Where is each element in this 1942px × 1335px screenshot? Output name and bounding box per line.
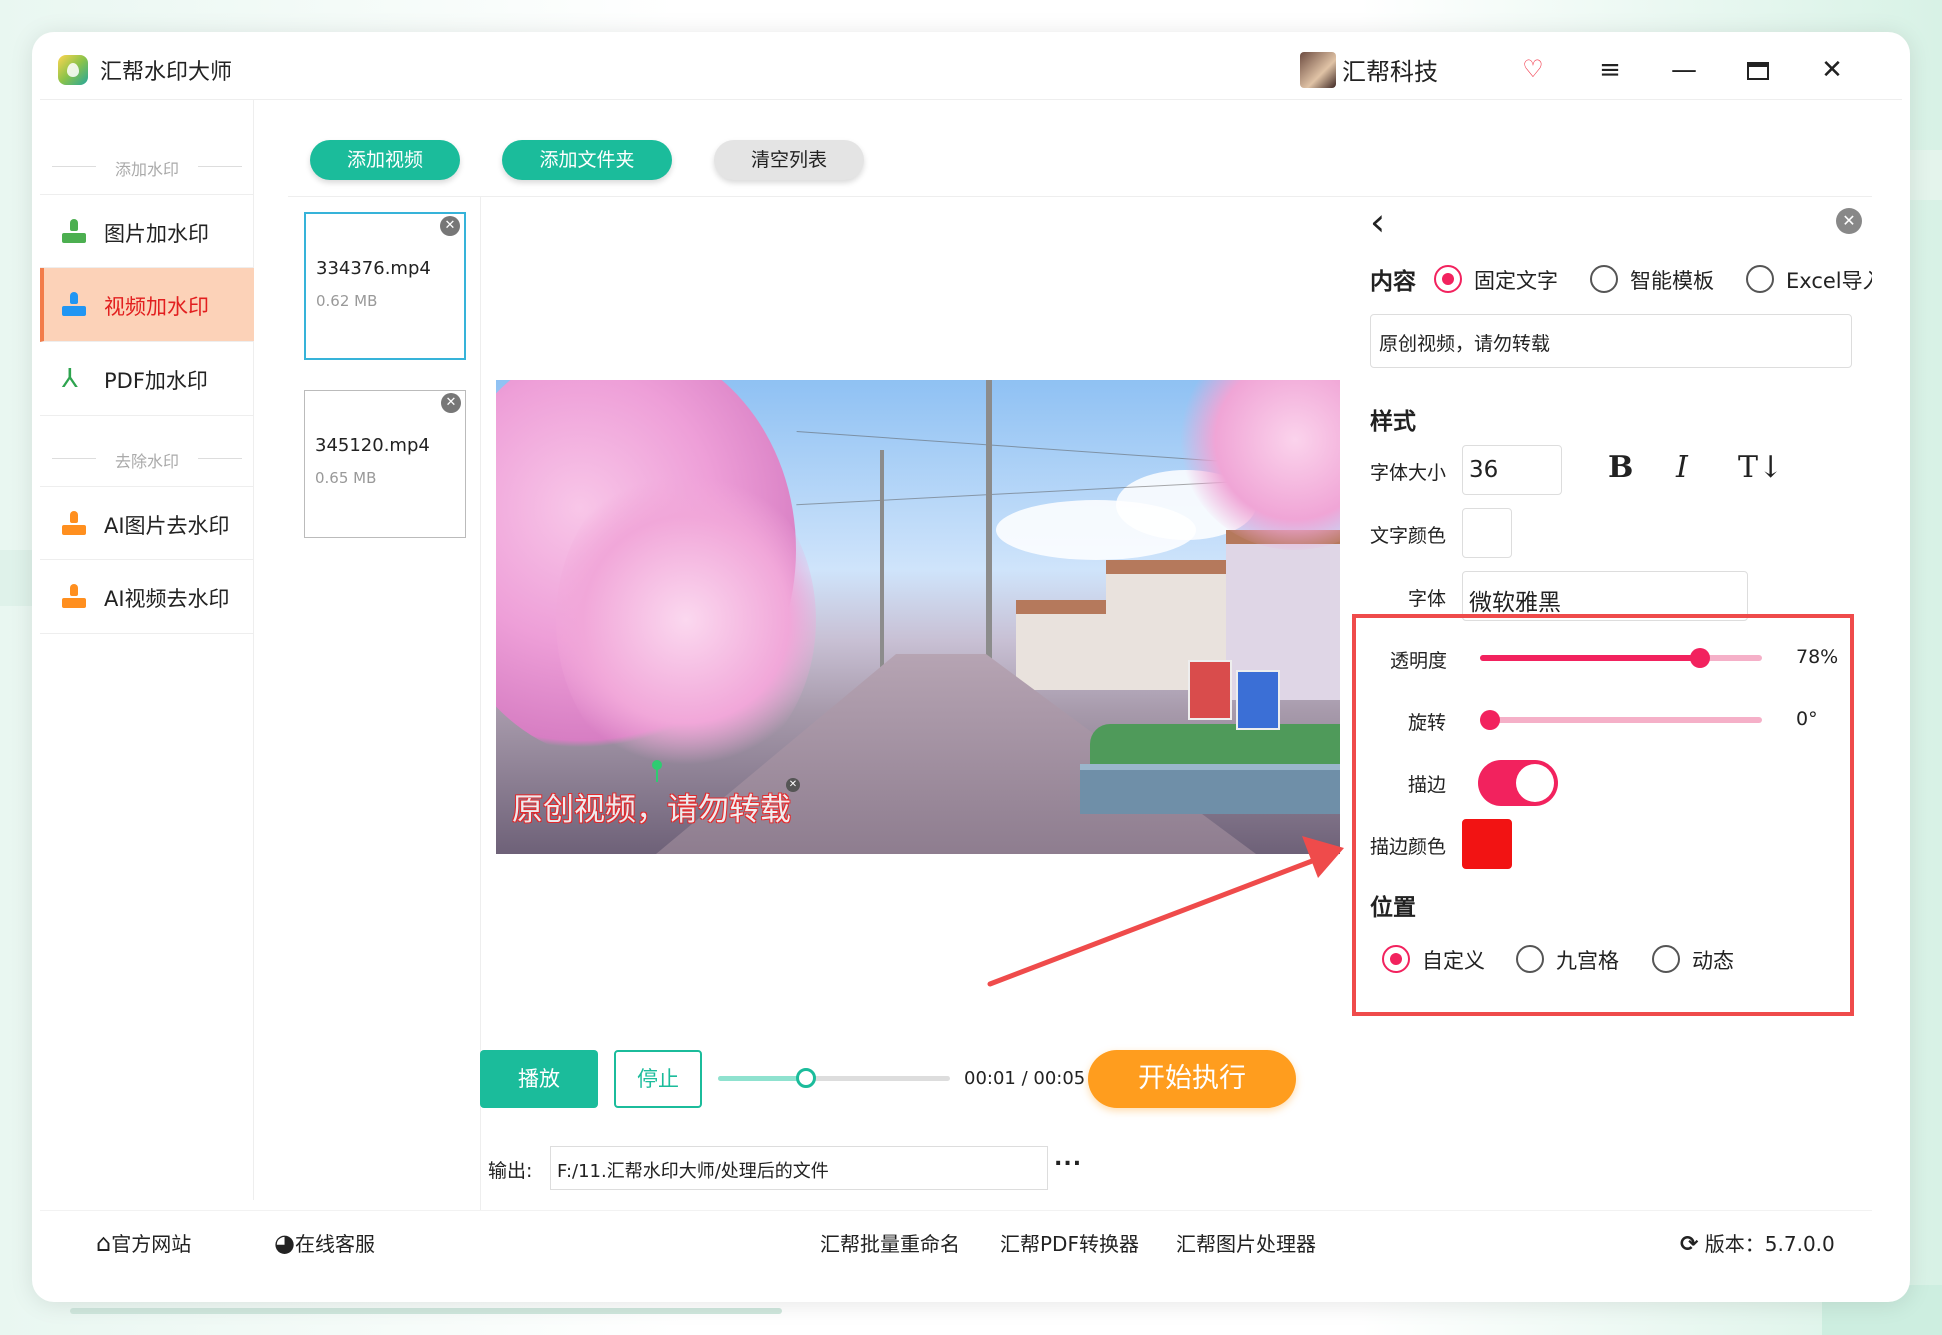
version-info[interactable]: ⟳ 版本：5.7.0.0 [1680, 1228, 1835, 1257]
tool-link-pdf[interactable]: 汇帮PDF转换器 [1000, 1228, 1139, 1257]
play-button[interactable]: 播放 [480, 1050, 598, 1108]
support-link[interactable]: ◕在线客服 [274, 1228, 375, 1257]
output-label: 输出: [488, 1160, 533, 1182]
refresh-icon: ⟳ [1680, 1232, 1699, 1257]
output-path-input[interactable]: F:/11.汇帮水印大师/处理后的文件 [550, 1146, 1048, 1190]
stop-button[interactable]: 停止 [614, 1050, 702, 1108]
website-link[interactable]: ⌂官方网站 [96, 1228, 191, 1257]
playback-slider[interactable] [718, 1068, 950, 1088]
annotation-arrow [987, 836, 1344, 987]
version-label: 版本：5.7.0.0 [1704, 1232, 1835, 1256]
browse-button[interactable]: ... [1054, 1146, 1082, 1171]
playback-time: 00:01 / 00:05 [964, 1068, 1086, 1089]
support-label: 在线客服 [294, 1232, 375, 1256]
website-label: 官方网站 [111, 1232, 192, 1256]
divider [40, 1210, 1872, 1211]
support-icon: ◕ [274, 1229, 295, 1257]
progress-fill [718, 1076, 807, 1081]
start-execute-button[interactable]: 开始执行 [1088, 1050, 1296, 1108]
tool-link-rename[interactable]: 汇帮批量重命名 [820, 1228, 960, 1257]
tool-link-image[interactable]: 汇帮图片处理器 [1176, 1228, 1316, 1257]
home-icon: ⌂ [96, 1229, 112, 1257]
